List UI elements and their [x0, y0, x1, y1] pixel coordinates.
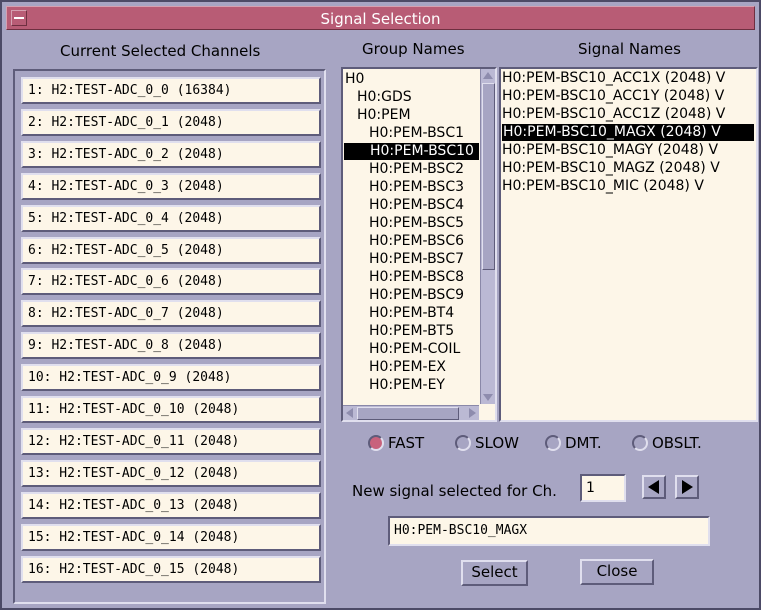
signal-rows: H0:PEM-BSC10_ACC1X (2048) V H0:PEM-BSC10_…	[501, 69, 756, 420]
select-button[interactable]: Select	[461, 560, 528, 586]
channel-field[interactable]: 13: H2:TEST-ADC_0_12 (2048)	[21, 459, 321, 487]
group-list-item[interactable]: H0:PEM-EY	[343, 377, 445, 394]
channel-field[interactable]: 16: H2:TEST-ADC_0_15 (2048)	[21, 555, 321, 583]
radio-label: SLOW	[475, 434, 519, 452]
group-list-item[interactable]: H0:PEM-BSC3	[343, 179, 464, 196]
channel-field[interactable]: 8: H2:TEST-ADC_0_7 (2048)	[21, 300, 321, 328]
channel-field[interactable]: 1: H2:TEST-ADC_0_0 (16384)	[21, 77, 321, 104]
channels-panel: 1: H2:TEST-ADC_0_0 (16384) 2: H2:TEST-ADC…	[13, 69, 326, 604]
right-arrow-icon	[682, 480, 693, 494]
new-signal-name-field[interactable]: H0:PEM-BSC10_MAGX	[388, 516, 710, 546]
window-title: Signal Selection	[320, 10, 441, 28]
signal-list-item[interactable]: H0:PEM-BSC10_ACC1X (2048) V	[501, 70, 725, 87]
channel-number-field[interactable]: 1	[580, 474, 626, 502]
groups-header: Group Names	[362, 40, 465, 58]
group-vertical-scrollbar[interactable]	[480, 69, 495, 404]
scroll-right-icon[interactable]	[469, 408, 476, 418]
group-list-item[interactable]: H0:PEM-BSC10	[344, 143, 479, 160]
channels-header: Current Selected Channels	[60, 42, 261, 60]
group-list-item[interactable]: H0:PEM	[343, 107, 411, 124]
rate-radio-slow[interactable]: SLOW	[455, 433, 519, 453]
scroll-left-icon[interactable]	[346, 408, 353, 418]
group-list-item[interactable]: H0:PEM-BT4	[343, 305, 454, 322]
channel-field[interactable]: 3: H2:TEST-ADC_0_2 (2048)	[21, 140, 321, 168]
channel-field[interactable]: 12: H2:TEST-ADC_0_11 (2048)	[21, 427, 321, 455]
group-list-item[interactable]: H0:PEM-BSC4	[343, 197, 464, 214]
group-horizontal-scroll-thumb[interactable]	[357, 407, 459, 420]
signal-list-item[interactable]: H0:PEM-BSC10_MIC (2048) V	[501, 178, 704, 195]
group-list-item[interactable]: H0:PEM-EX	[343, 359, 446, 376]
group-list-item[interactable]: H0:PEM-BSC6	[343, 233, 464, 250]
signal-selection-window: Signal Selection Current Selected Channe…	[0, 0, 761, 610]
signal-list-item[interactable]: H0:PEM-BSC10_MAGX (2048) V	[502, 124, 754, 141]
signals-header: Signal Names	[578, 40, 681, 58]
group-vertical-scroll-thumb[interactable]	[482, 83, 495, 270]
new-signal-label: New signal selected for Ch.	[352, 482, 557, 500]
group-rows: H0 H0:GDS H0:PEM H0:PEM-BSC1 H0:PEM-BSC10 H0:…	[343, 69, 479, 404]
group-list-item[interactable]: H0:PEM-BSC1	[343, 125, 464, 142]
signal-list-item[interactable]: H0:PEM-BSC10_ACC1Z (2048) V	[501, 106, 725, 123]
group-list-item[interactable]: H0:PEM-COIL	[343, 341, 460, 358]
channel-field[interactable]: 2: H2:TEST-ADC_0_1 (2048)	[21, 108, 321, 136]
radio-label: OBSLT.	[652, 434, 702, 452]
channel-field[interactable]: 4: H2:TEST-ADC_0_3 (2048)	[21, 172, 321, 200]
channel-field[interactable]: 15: H2:TEST-ADC_0_14 (2048)	[21, 523, 321, 551]
left-arrow-icon	[648, 480, 659, 494]
group-list-item[interactable]: H0:PEM-BSC7	[343, 251, 464, 268]
channel-field[interactable]: 5: H2:TEST-ADC_0_4 (2048)	[21, 204, 321, 232]
scroll-up-icon[interactable]	[483, 72, 493, 79]
channel-field[interactable]: 9: H2:TEST-ADC_0_8 (2048)	[21, 332, 321, 360]
channel-field[interactable]: 6: H2:TEST-ADC_0_5 (2048)	[21, 236, 321, 264]
group-list-item[interactable]: H0:PEM-BSC2	[343, 161, 464, 178]
group-horizontal-scrollbar[interactable]	[343, 405, 479, 420]
previous-channel-button[interactable]	[642, 475, 666, 499]
signal-list-item[interactable]: H0:PEM-BSC10_ACC1Y (2048) V	[501, 88, 724, 105]
signal-list-item[interactable]: H0:PEM-BSC10_MAGZ (2048) V	[501, 160, 720, 177]
title-bar[interactable]: Signal Selection	[6, 6, 755, 30]
channel-field[interactable]: 14: H2:TEST-ADC_0_13 (2048)	[21, 491, 321, 519]
group-list-item[interactable]: H0:GDS	[343, 89, 412, 106]
close-button[interactable]: Close	[580, 559, 654, 585]
channel-field[interactable]: 11: H2:TEST-ADC_0_10 (2048)	[21, 396, 321, 423]
radio-label: DMT.	[565, 434, 602, 452]
scroll-down-icon[interactable]	[483, 394, 493, 401]
group-list-item[interactable]: H0:PEM-BT5	[343, 323, 454, 340]
channel-field[interactable]: 10: H2:TEST-ADC_0_9 (2048)	[21, 364, 321, 392]
signal-names-list[interactable]: H0:PEM-BSC10_ACC1X (2048) V H0:PEM-BSC10_…	[499, 67, 758, 422]
radio-indicator[interactable]	[632, 435, 648, 451]
signal-list-item[interactable]: H0:PEM-BSC10_MAGY (2048) V	[501, 142, 718, 159]
rate-radio-obslt[interactable]: OBSLT.	[632, 433, 702, 453]
radio-indicator[interactable]	[545, 435, 561, 451]
rate-radio-fast[interactable]: FAST	[368, 433, 424, 453]
rate-radio-dmt[interactable]: DMT.	[545, 433, 602, 453]
radio-indicator[interactable]	[455, 435, 471, 451]
next-channel-button[interactable]	[675, 475, 699, 499]
group-list-item[interactable]: H0	[343, 71, 364, 88]
radio-indicator[interactable]	[368, 435, 384, 451]
group-list-item[interactable]: H0:PEM-BSC8	[343, 269, 464, 286]
channel-field[interactable]: 7: H2:TEST-ADC_0_6 (2048)	[21, 268, 321, 296]
radio-label: FAST	[388, 434, 425, 452]
group-list-item[interactable]: H0:PEM-BSC9	[343, 287, 464, 304]
group-names-list[interactable]: H0 H0:GDS H0:PEM H0:PEM-BSC1 H0:PEM-BSC10 H0:…	[341, 67, 497, 422]
group-list-item[interactable]: H0:PEM-BSC5	[343, 215, 464, 232]
